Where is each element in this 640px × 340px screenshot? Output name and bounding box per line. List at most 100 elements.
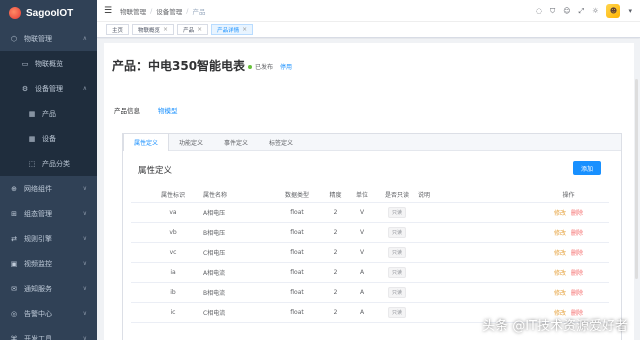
cell-desc — [418, 222, 528, 243]
sidebar-item[interactable]: ◎ 告警中心 ∨ — [0, 301, 97, 326]
edit-link[interactable]: 修改 — [554, 210, 566, 217]
model-tab[interactable]: 属性定义 — [123, 134, 170, 151]
delete-link[interactable]: 删除 — [571, 230, 583, 237]
edit-link[interactable]: 修改 — [554, 290, 566, 297]
chevron-icon: ∨ — [82, 185, 87, 192]
close-icon[interactable]: × — [163, 26, 168, 33]
cell-actions: 修改 删除 — [528, 222, 609, 243]
model-tab[interactable]: 标签定义 — [259, 134, 304, 150]
table-row: vb B相电压 float 2 V 只读 修改 删除 — [131, 222, 609, 243]
add-button[interactable]: 添加 — [573, 161, 601, 175]
edit-link[interactable]: 修改 — [554, 270, 566, 277]
cell-key: vc — [131, 242, 203, 263]
sidebar-item[interactable]: ⬡ 物联管理 ∧ — [0, 26, 97, 51]
sidebar-item[interactable]: ▦ 设备 — [0, 126, 97, 151]
header-tools: ◌ ⛉ ☺ ⤢ ☼ ☻ ▾ — [536, 4, 632, 18]
chevron-icon: ∨ — [82, 285, 87, 292]
cell-unit: A — [348, 302, 376, 323]
page-tab[interactable]: 物模型 — [158, 105, 178, 122]
status-dot-icon — [248, 64, 252, 69]
readonly-tag: 只读 — [387, 266, 406, 278]
cell-readonly: 只读 — [376, 302, 418, 323]
cell-actions: 修改 删除 — [528, 202, 609, 223]
sidebar-item[interactable]: ▣ 视频监控 ∨ — [0, 251, 97, 276]
tag-label: 物联概览 — [138, 27, 161, 34]
breadcrumb-item-2[interactable]: 设备管理 — [156, 6, 182, 16]
col-header-actions: 操作 — [528, 187, 609, 203]
search-icon[interactable]: ◌ — [536, 7, 542, 15]
chevron-icon: ∨ — [82, 335, 87, 340]
model-card: 属性定义 功能定义 事件定义 标签定义 属性定义 添加 属性标识 属性名称 数据类型 … — [122, 133, 622, 340]
tag-item[interactable]: 主页 — [106, 24, 130, 35]
sidebar-item[interactable]: ⌘ 开发工具 ∨ — [0, 326, 97, 340]
sidebar-item-label: 产品分类 — [42, 159, 70, 168]
cell-key: ib — [131, 282, 203, 303]
cell-readonly: 只读 — [376, 282, 418, 303]
tag-item[interactable]: 产品 × — [177, 24, 209, 35]
disable-link[interactable]: 停用 — [280, 62, 292, 71]
sidebar-item[interactable]: ⊕ 网络组件 ∨ — [0, 176, 97, 201]
chevron-icon: ∨ — [82, 210, 87, 217]
cell-name: B相电压 — [203, 222, 271, 243]
breadcrumb-separator: / — [150, 6, 153, 15]
model-tab[interactable]: 事件定义 — [214, 134, 259, 150]
delete-link[interactable]: 删除 — [571, 210, 583, 217]
chevron-icon: ∨ — [82, 310, 87, 317]
skin-icon[interactable]: ⛉ — [550, 7, 555, 16]
cell-actions: 修改 删除 — [528, 242, 609, 263]
avatar[interactable]: ☻ — [606, 4, 621, 18]
hamburger-icon[interactable]: ☰ — [104, 6, 112, 16]
chevron-icon: ∨ — [82, 260, 87, 267]
sidebar-item[interactable]: ⬚ 产品分类 — [0, 151, 97, 176]
menu-icon: ▭ — [21, 59, 29, 68]
menu-icon: ◎ — [10, 309, 18, 318]
edit-link[interactable]: 修改 — [554, 250, 566, 257]
chevron-down-icon[interactable]: ▾ — [628, 7, 632, 15]
cell-key: ia — [131, 262, 203, 283]
close-icon[interactable]: × — [197, 26, 202, 33]
page-tab[interactable]: 产品信息 — [114, 105, 140, 122]
menu-icon: ⊕ — [11, 184, 17, 193]
delete-link[interactable]: 删除 — [571, 270, 583, 277]
breadcrumb-item-1[interactable]: 物联管理 — [120, 6, 146, 16]
model-tab[interactable]: 功能定义 — [169, 134, 214, 150]
scrollbar[interactable] — [635, 79, 638, 279]
tag-item[interactable]: 产品详情 × — [211, 24, 254, 35]
cell-precision: 2 — [323, 202, 348, 223]
fullscreen-icon[interactable]: ⤢ — [579, 7, 585, 16]
menu-icon: ✉ — [11, 284, 17, 293]
main-content: 产品：中电350智能电表 已发布 停用 产品信息 物模型 属性定义 功能定义 事件定义… — [97, 39, 640, 340]
cell-readonly: 只读 — [376, 242, 418, 263]
col-header-readonly: 是否只读 — [376, 187, 418, 203]
sidebar-item[interactable]: ✉ 通知服务 ∨ — [0, 276, 97, 301]
sidebar-item-label: 视频监控 — [24, 259, 52, 268]
cell-precision: 2 — [323, 242, 348, 263]
cell-type: float — [271, 302, 323, 323]
cell-unit: V — [348, 222, 376, 243]
delete-link[interactable]: 删除 — [571, 250, 583, 257]
sidebar-menu: ⬡ 物联管理 ∧ ▭ 物联概览 ⚙ 设备管理 ∧ ▦ 产品 ▦ 设备 ⬚ 产品分类 ⊕ 网络组件 ∨ ⊞ 组态管理 ∨… — [0, 26, 97, 340]
sidebar: SagooIOT ⬡ 物联管理 ∧ ▭ 物联概览 ⚙ 设备管理 ∧ ▦ 产品 ▦ 设备 ⬚ 产品分类 ⊕ 网络… — [0, 0, 97, 340]
brand[interactable]: SagooIOT — [0, 0, 97, 26]
menu-icon: ▦ — [28, 134, 36, 143]
edit-link[interactable]: 修改 — [554, 230, 566, 237]
cell-readonly: 只读 — [376, 262, 418, 283]
cell-desc — [418, 282, 528, 303]
menu-icon: ⬡ — [10, 34, 18, 43]
cell-unit: A — [348, 262, 376, 283]
sidebar-item[interactable]: ⚙ 设备管理 ∧ — [0, 76, 97, 101]
sidebar-item[interactable]: ⇄ 规则引擎 ∨ — [0, 226, 97, 251]
cell-desc — [418, 242, 528, 263]
sidebar-item[interactable]: ▭ 物联概览 — [0, 51, 97, 76]
sidebar-item[interactable]: ⊞ 组态管理 ∨ — [0, 201, 97, 226]
col-header-unit: 单位 — [348, 187, 376, 203]
table-row: ib B相电流 float 2 A 只读 修改 删除 — [131, 282, 609, 303]
close-icon[interactable]: × — [242, 26, 247, 33]
sidebar-item[interactable]: ▦ 产品 — [0, 101, 97, 126]
message-icon[interactable]: ☺ — [563, 7, 570, 15]
col-header-desc: 说明 — [418, 187, 528, 203]
delete-link[interactable]: 删除 — [571, 290, 583, 297]
tag-item[interactable]: 物联概览 × — [132, 24, 175, 35]
settings-icon[interactable]: ☼ — [592, 7, 598, 15]
cell-name: A相电压 — [203, 202, 271, 223]
